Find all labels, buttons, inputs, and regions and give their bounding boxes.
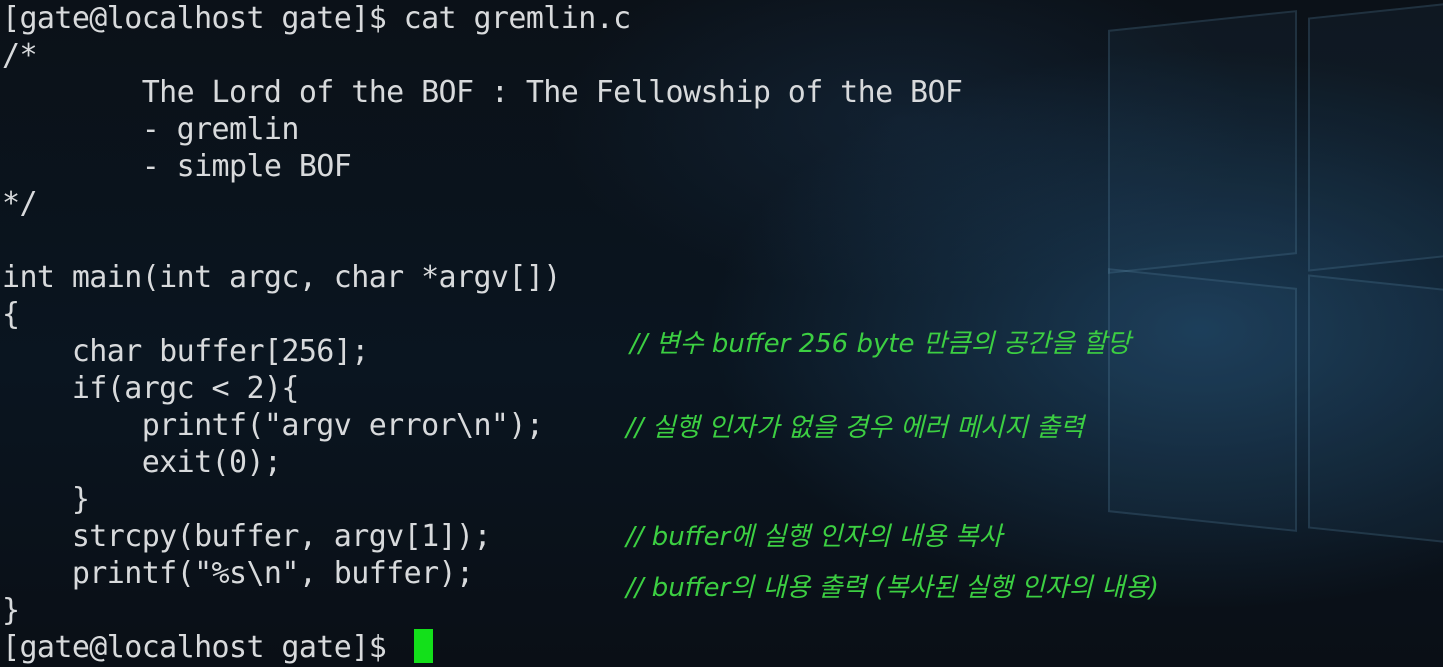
terminal-line: } (2, 482, 90, 517)
terminal-line: printf("argv error\n"); (2, 408, 544, 443)
terminal-prompt: [gate@localhost gate]$ (2, 630, 404, 665)
terminal-line: } (2, 593, 20, 628)
terminal-line: { (2, 297, 20, 332)
terminal-cursor (414, 629, 433, 663)
annotation-argv-error: // 실행 인자가 없을 경우 에러 메시지 출력 (626, 413, 1085, 443)
terminal-line: if(argc < 2){ (2, 371, 300, 406)
terminal-line: printf("%s\n", buffer); (2, 556, 474, 591)
terminal-line: - simple BOF (2, 149, 352, 184)
terminal-line: char buffer[256]; (2, 334, 369, 369)
annotation-printf: // buffer의 내용 출력 (복사된 실행 인자의 내용) (626, 573, 1159, 603)
terminal-line: */ (2, 186, 38, 221)
annotation-strcpy: // buffer에 실행 인자의 내용 복사 (626, 522, 1003, 552)
terminal-line: strcpy(buffer, argv[1]); (2, 519, 492, 554)
terminal-line: The Lord of the BOF : The Fellowship of … (2, 75, 963, 110)
terminal-line: /* (2, 38, 38, 73)
terminal-line: - gremlin (2, 112, 300, 147)
annotation-buffer-alloc: // 변수 buffer 256 byte 만큼의 공간을 할당 (630, 329, 1131, 359)
terminal-line-prompt-command: [gate@localhost gate]$ cat gremlin.c (2, 1, 631, 36)
terminal-line: int main(int argc, char *argv[]) (2, 260, 561, 295)
terminal-line: exit(0); (2, 445, 282, 480)
